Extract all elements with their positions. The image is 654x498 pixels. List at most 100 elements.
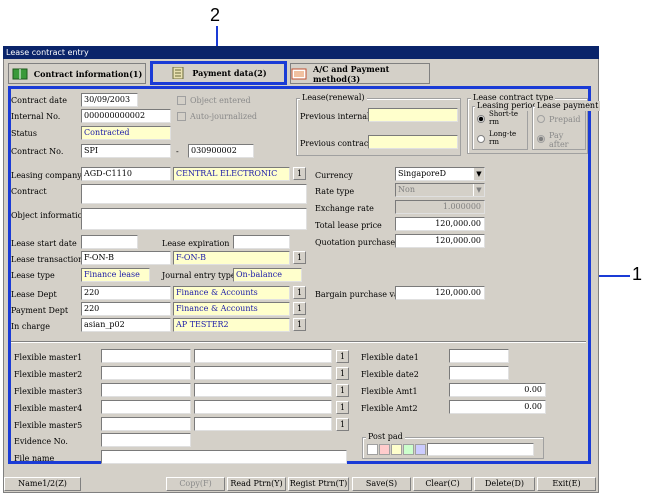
name-toggle-button[interactable]: Name1/2(Z) [4, 477, 81, 491]
previous-contract-label: Previous contract [300, 139, 372, 148]
book-icon [12, 68, 28, 80]
prepaid-label: Prepaid [549, 115, 581, 124]
read-pattern-button[interactable]: Read Ptrn(Y) [227, 477, 286, 491]
auto-journalized-label: Auto-journalized [190, 112, 258, 121]
object-information-label: Object information [11, 211, 88, 220]
flexible-master-code-field[interactable] [101, 400, 191, 414]
flexible-amt2-field[interactable]: 0.00 [449, 400, 546, 414]
flexible-date1-field[interactable] [449, 349, 509, 363]
flexible-master-code-field[interactable] [101, 349, 191, 363]
lease-expiration-field[interactable] [233, 235, 290, 249]
contract-no-number-field[interactable]: 030900002 [188, 144, 254, 158]
short-term-radio[interactable] [477, 115, 485, 123]
post-pad-color-swatch[interactable] [367, 444, 378, 455]
evidence-no-field[interactable] [101, 433, 191, 447]
contract-field[interactable] [81, 184, 307, 204]
save-button[interactable]: Save(S) [352, 477, 411, 491]
flexible-master-lookup-button[interactable]: 1 [336, 418, 349, 431]
quotation-purchase-field[interactable]: 120,000.00 [395, 234, 485, 248]
currency-label: Currency [315, 171, 353, 180]
payment-dept-label: Payment Dept [11, 306, 69, 315]
flexible-master-lookup-button[interactable]: 1 [336, 401, 349, 414]
flexible-master-name-field[interactable] [194, 383, 332, 397]
internal-no-field[interactable]: 000000000002 [81, 109, 171, 123]
lease-transaction-lookup-button[interactable]: 1 [293, 251, 306, 264]
total-lease-price-label: Total lease price [315, 221, 382, 230]
contract-no-prefix-field[interactable]: SPI [81, 144, 171, 158]
object-information-field[interactable] [81, 208, 307, 230]
flexible-master-lookup-button[interactable]: 1 [336, 367, 349, 380]
post-pad-color-swatch[interactable] [391, 444, 402, 455]
rate-type-label: Rate type [315, 187, 355, 196]
payment-dept-lookup-button[interactable]: 1 [293, 302, 306, 315]
post-pad-color-swatch[interactable] [415, 444, 426, 455]
flexible-master-name-field[interactable] [194, 349, 332, 363]
flexible-master-code-field[interactable] [101, 383, 191, 397]
leasing-company-name-field: CENTRAL ELECTRONIC [173, 167, 290, 181]
flexible-date2-field[interactable] [449, 366, 509, 380]
evidence-no-label: Evidence No. [14, 437, 68, 446]
short-term-label: Short-te rm [489, 110, 518, 126]
tab-ac-payment-method[interactable]: A/C and Payment method(3) [290, 63, 430, 84]
flexible-amt1-label: Flexible Amt1 [361, 387, 418, 396]
in-charge-lookup-button[interactable]: 1 [293, 318, 306, 331]
post-pad-color-swatch[interactable] [379, 444, 390, 455]
flexible-master-label: Flexible master2 [14, 370, 83, 379]
tab-contract-information[interactable]: Contract information(1) [8, 63, 146, 84]
clear-button[interactable]: Clear(C) [413, 477, 472, 491]
tab-ac-payment-method-label: A/C and Payment method(3) [313, 63, 390, 84]
journal-entry-type-label: Journal entry type [162, 271, 236, 280]
long-term-label: Long-te rm [489, 130, 517, 146]
window-title: Lease contract entry [3, 46, 599, 59]
lease-dept-label: Lease Dept [11, 290, 57, 299]
exchange-rate-field: 1.000000 [395, 200, 485, 214]
previous-contract-field [368, 135, 458, 149]
exit-button[interactable]: Exit(E) [537, 477, 596, 491]
payment-dept-name-field: Finance & Accounts [173, 302, 290, 316]
post-pad-text-field[interactable] [427, 443, 534, 456]
monitor-icon [291, 68, 307, 80]
lease-transaction-code-field[interactable]: F-ON-B [81, 251, 171, 265]
flexible-amt1-field[interactable]: 0.00 [449, 383, 546, 397]
contract-date-label: Contract date [11, 96, 67, 105]
currency-value: SingaporeD [398, 169, 446, 178]
long-term-radio[interactable] [477, 135, 485, 143]
exchange-rate-label: Exchange rate [315, 204, 374, 213]
lease-transaction-label: Lease transaction [11, 255, 84, 264]
currency-select[interactable]: SingaporeD ▼ [395, 167, 485, 181]
lease-start-date-field[interactable] [81, 235, 138, 249]
leasing-company-lookup-button[interactable]: 1 [293, 167, 306, 180]
bargain-purchase-value-field[interactable]: 120,000.00 [395, 286, 485, 300]
auto-journalized-checkbox [177, 112, 186, 121]
total-lease-price-field[interactable]: 120,000.00 [395, 217, 485, 231]
flexible-master-name-field[interactable] [194, 366, 332, 380]
tab-payment-data[interactable]: Payment data(2) [150, 61, 287, 85]
delete-button[interactable]: Delete(D) [474, 477, 535, 491]
leasing-company-label: Leasing company [11, 171, 82, 180]
chevron-down-icon[interactable]: ▼ [473, 168, 484, 180]
flexible-master-name-field[interactable] [194, 417, 332, 431]
lease-dept-code-field[interactable]: 220 [81, 286, 171, 300]
in-charge-code-field[interactable]: asian_p02 [81, 318, 171, 332]
flexible-master-name-field[interactable] [194, 400, 332, 414]
lease-transaction-name-field: F-ON-B [173, 251, 290, 265]
regist-pattern-button[interactable]: Regist Ptrn(T) [288, 477, 349, 491]
lease-dept-lookup-button[interactable]: 1 [293, 286, 306, 299]
leasing-company-code-field[interactable]: AGD-C1110 [81, 167, 171, 181]
in-charge-name-field: AP TESTER2 [173, 318, 290, 332]
contract-label: Contract [11, 187, 47, 196]
contract-date-field[interactable]: 30/09/2003 [81, 93, 138, 107]
file-name-field[interactable] [101, 450, 347, 464]
lease-dept-name-field: Finance & Accounts [173, 286, 290, 300]
flexible-master-code-field[interactable] [101, 366, 191, 380]
flexible-master-lookup-button[interactable]: 1 [336, 350, 349, 363]
flexible-master-lookup-button[interactable]: 1 [336, 384, 349, 397]
flexible-master-code-field[interactable] [101, 417, 191, 431]
rate-type-select: Non ▼ [395, 183, 485, 197]
document-icon [170, 66, 186, 80]
journal-entry-type-field: On-balance [233, 268, 302, 282]
quotation-purchase-label: Quotation purchase [315, 238, 396, 247]
post-pad-color-swatch[interactable] [403, 444, 414, 455]
payment-dept-code-field[interactable]: 220 [81, 302, 171, 316]
flexible-amt2-label: Flexible Amt2 [361, 404, 418, 413]
